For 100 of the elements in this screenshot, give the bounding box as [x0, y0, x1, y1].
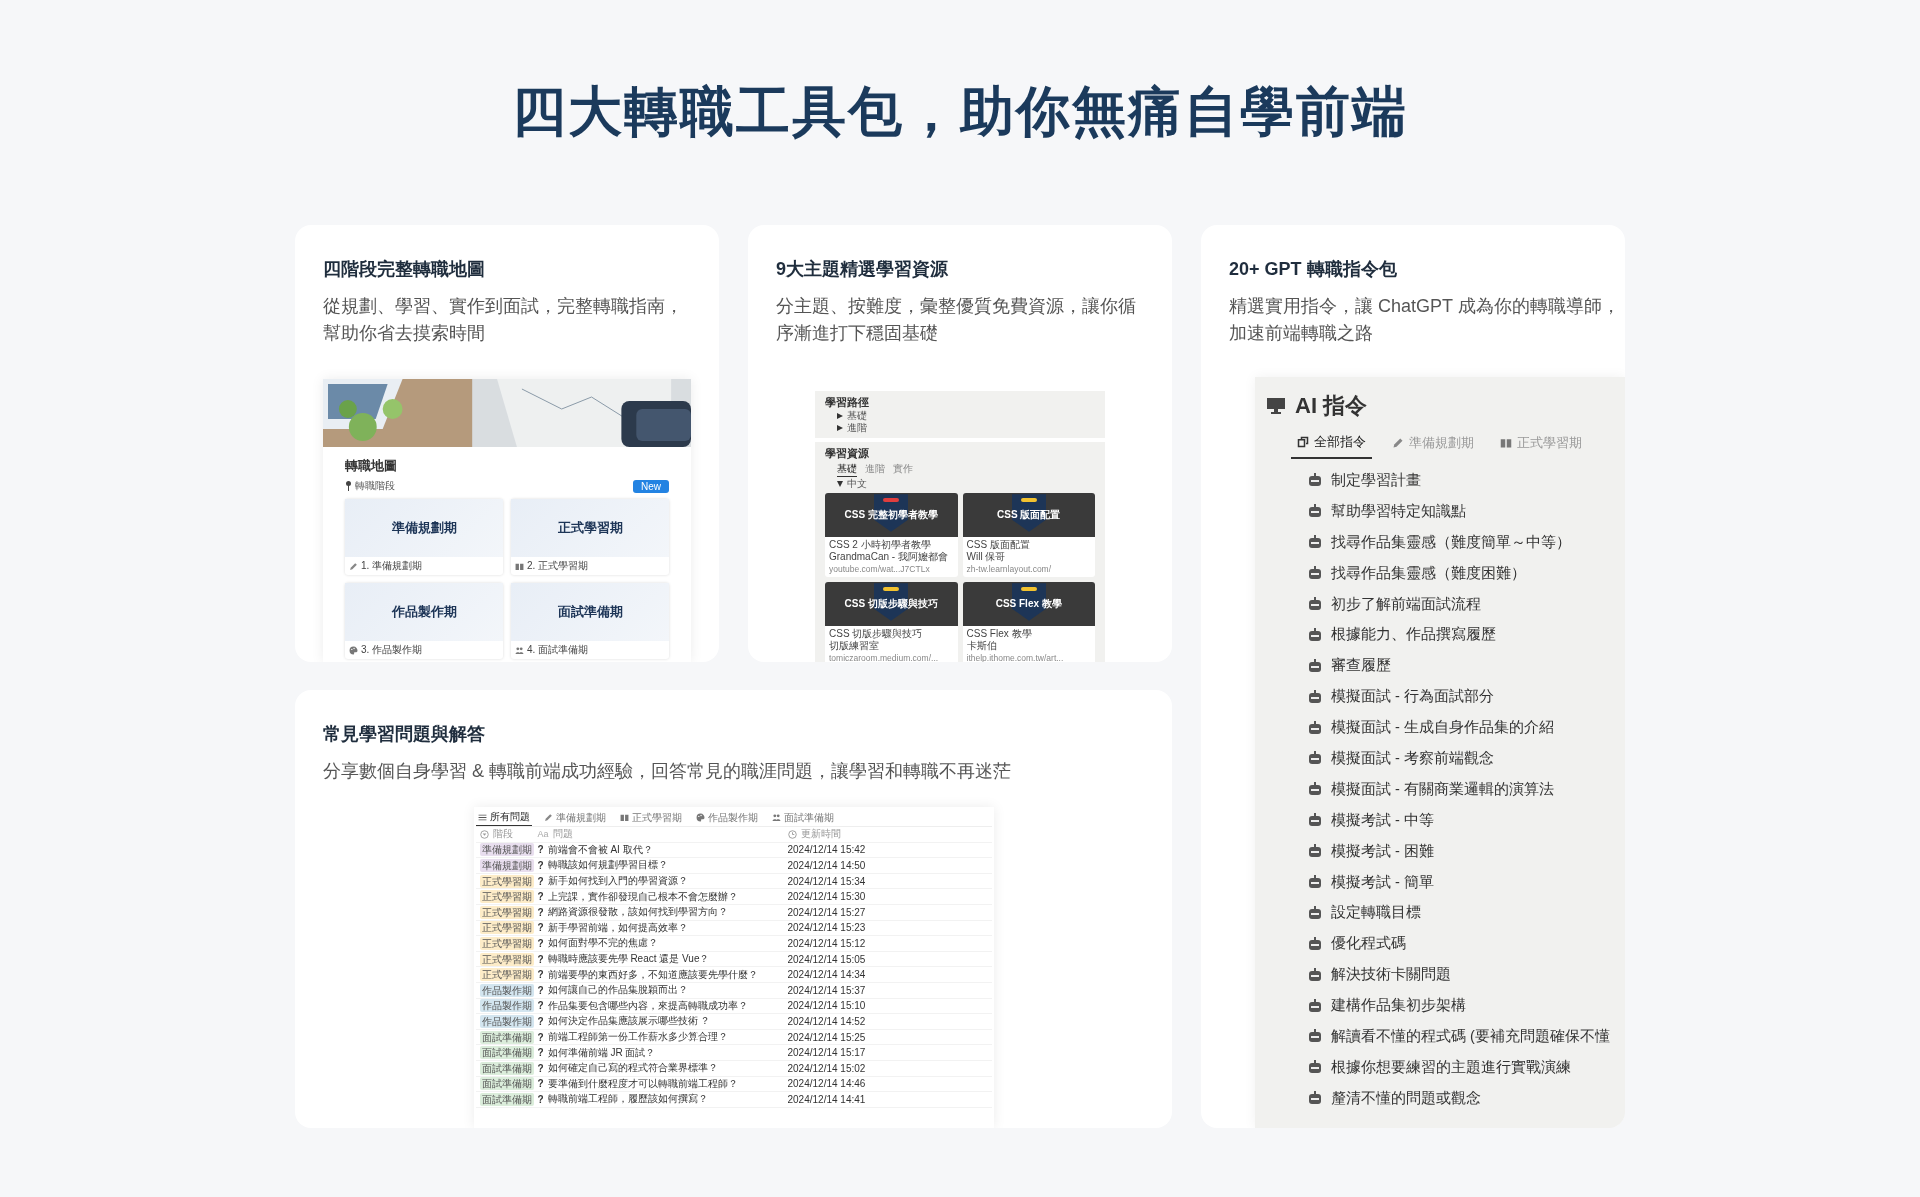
stage-tag: 作品製作期 [479, 1014, 534, 1028]
question-title[interactable]: 如何面對學不完的焦慮？ [547, 936, 658, 951]
stage-tag: 面試準備期 [479, 1061, 534, 1075]
question-title[interactable]: 前端會不會被 AI 取代？ [547, 842, 653, 857]
thumbnail-title: CSS Flex 教學 [995, 597, 1062, 611]
prompt-item[interactable]: 模擬考試 - 中等 [1331, 810, 1434, 830]
prompt-item[interactable]: 設定轉職目標 [1331, 903, 1421, 923]
book-icon [1500, 437, 1512, 449]
question-icon: ? [537, 953, 544, 965]
question-title[interactable]: 前端工程師第一份工作薪水多少算合理？ [547, 1030, 728, 1044]
prompt-item[interactable]: 建構作品集初步架構 [1331, 996, 1466, 1016]
card-description: 分享數個自身學習 & 轉職前端成功經驗，回答常見的職涯問題，讓學習和轉職不再迷茫 [323, 760, 1012, 783]
card-title: 9大主題精選學習資源 [776, 258, 949, 281]
palette-icon [349, 645, 358, 655]
question-title[interactable]: 前端要學的東西好多，不知道應該要先學什麼？ [547, 967, 758, 982]
section-title: 學習資源 [825, 446, 870, 461]
prompt-item[interactable]: 幫助學習特定知識點 [1331, 501, 1466, 521]
question-title[interactable]: 如何讓自己的作品集脫穎而出？ [547, 983, 688, 998]
view-tab[interactable]: 轉職階段 [345, 479, 395, 493]
question-title[interactable]: 轉職前端工程師，履歷該如何撰寫？ [547, 1092, 708, 1107]
group-label[interactable]: 中文 [847, 478, 867, 490]
prompt-item[interactable]: 模擬面試 - 生成自身作品集的介紹 [1331, 718, 1554, 738]
prompt-item[interactable]: 模擬考試 - 困難 [1331, 841, 1434, 861]
prompt-item[interactable]: 解讀看不懂的程式碼 (要補充問題確保不懂 [1331, 1026, 1610, 1046]
resource-card[interactable]: CSS 完整初學者教學 CSS 2 小時初學者教學 GrandmaCan - 我阿嬤都會 youtube.com/wat...J7CTLx [825, 493, 958, 577]
question-title[interactable]: 網路資源很發散，該如何找到學習方向？ [547, 905, 728, 920]
resource-card[interactable]: CSS Flex 教學 CSS Flex 教學 卡斯伯 ithelp.ithome.com.tw/art... [962, 582, 1095, 662]
resource-card[interactable]: CSS 版面配置 CSS 版面配置 Will 保哥 zh-tw.learnlayout.com/ [962, 493, 1095, 577]
book-icon [619, 813, 629, 822]
prompt-item[interactable]: 模擬面試 - 有關商業邏輯的演算法 [1331, 779, 1554, 799]
window-icon [1297, 436, 1309, 448]
resource-link[interactable]: tomiczaroom.medium.com/... [829, 652, 954, 662]
robot-icon [1307, 719, 1323, 736]
question-icon: ? [537, 860, 544, 871]
prompt-item[interactable]: 模擬面試 - 考察前端觀念 [1331, 748, 1494, 768]
new-button[interactable]: New [633, 479, 669, 493]
resource-link[interactable]: youtube.com/wat...J7CTLx [829, 563, 954, 575]
tab[interactable]: 全部指令 [1291, 429, 1372, 459]
prompt-item[interactable]: 優化程式碼 [1331, 934, 1406, 954]
stage-tag: 作品製作期 [479, 983, 534, 997]
question-title[interactable]: 新手如何找到入門的學習資源？ [547, 874, 688, 889]
prompt-item[interactable]: 模擬面試 - 行為面試部分 [1331, 687, 1494, 707]
card-description: 分主題、按難度，彙整優質免費資源，讓你循序漸進打下穩固基礎 [776, 295, 1137, 345]
tab[interactable]: 所有問題 [475, 811, 532, 826]
robot-icon [1307, 935, 1323, 952]
tab[interactable]: 準備規劃期 [541, 811, 608, 826]
question-title[interactable]: 如何準備前端 JR 面試？ [547, 1045, 656, 1060]
card-cover-title: 面試準備期 [557, 603, 623, 621]
table-cell: 2024/12/14 15:02 [787, 1062, 866, 1074]
thumbnail-title: CSS 版面配置 [997, 508, 1061, 522]
column-header: 問題 [552, 827, 573, 842]
tab[interactable]: 正式學習期 [617, 811, 684, 826]
question-icon: ? [537, 875, 544, 887]
question-icon: ? [537, 1047, 544, 1059]
prompt-item[interactable]: 模擬考試 - 簡單 [1331, 872, 1434, 892]
question-title[interactable]: 轉職該如何規劃學習目標？ [547, 858, 668, 873]
resource-title: CSS 2 小時初學者教學 [829, 539, 932, 551]
question-icon: ? [537, 906, 544, 918]
toggle-item[interactable]: 進階 [847, 422, 867, 434]
question-title[interactable]: 要準備到什麼程度才可以轉職前端工程師？ [547, 1076, 738, 1091]
resource-title: CSS Flex 教學 [966, 628, 1033, 640]
robot-icon [1307, 534, 1323, 551]
resource-author: Will 保哥 [966, 551, 1007, 563]
people-icon [515, 645, 524, 655]
palette-icon [695, 813, 705, 822]
question-title[interactable]: 作品集要包含哪些內容，來提高轉職成功率？ [547, 998, 748, 1013]
page-heading: 四大轉職工具包，助你無痛自學前端 [512, 80, 1408, 143]
stage-tag: 準備規劃期 [479, 859, 534, 872]
card-cover-title: 準備規劃期 [391, 519, 457, 537]
question-title[interactable]: 轉職時應該要先學 React 還是 Vue？ [547, 952, 710, 967]
stage-tag: 面試準備期 [479, 1092, 534, 1106]
table-cell: 2024/12/14 15:27 [787, 906, 866, 918]
tab[interactable]: 基礎 [837, 462, 857, 477]
prompt-item[interactable]: 找尋作品集靈感（難度簡單～中等） [1331, 532, 1571, 552]
question-title[interactable]: 上完課，實作卻發現自己根本不會怎麼辦？ [547, 889, 738, 904]
prompt-item[interactable]: 根據你想要練習的主題進行實戰演練 [1331, 1057, 1571, 1077]
tab[interactable]: 作品製作期 [693, 811, 760, 826]
resource-card[interactable]: CSS 切版步驟與技巧 CSS 切版步驟與技巧 切版練習室 tomiczaroom.medium.com/... [825, 582, 958, 662]
card-cover-title: 正式學習期 [557, 519, 623, 537]
table-cell: 2024/12/14 15:34 [787, 875, 866, 887]
prompt-item[interactable]: 解決技術卡關問題 [1331, 965, 1451, 985]
question-title[interactable]: 新手學習前端，如何提高效率？ [547, 920, 688, 935]
question-icon: ? [537, 984, 544, 996]
prompt-item[interactable]: 根據能力、作品撰寫履歷 [1331, 625, 1496, 645]
prompt-item[interactable]: 制定學習計畫 [1331, 470, 1421, 490]
robot-icon [1307, 874, 1323, 890]
people-icon [771, 813, 781, 822]
pencil-icon [543, 813, 553, 822]
prompt-item[interactable]: 找尋作品集靈感（難度困難） [1331, 563, 1526, 583]
prompt-item[interactable]: 釐清不懂的問題或觀念 [1331, 1088, 1481, 1108]
toggle-item[interactable]: 基礎 [847, 410, 867, 422]
question-title[interactable]: 如何決定作品集應該展示哪些技術 ？ [547, 1014, 711, 1029]
question-title[interactable]: 如何確定自己寫的程式符合業界標準？ [547, 1061, 718, 1076]
resource-link[interactable]: zh-tw.learnlayout.com/ [966, 563, 1091, 575]
tab[interactable]: 面試準備期 [769, 811, 836, 826]
resource-link[interactable]: ithelp.ithome.com.tw/art... [966, 652, 1091, 662]
prompt-item[interactable]: 初步了解前端面試流程 [1331, 594, 1481, 614]
prompt-item[interactable]: 審查履歷 [1331, 656, 1391, 676]
card-caption: 2. 正式學習期 [527, 559, 589, 573]
panel-title: AI 指令 [1295, 392, 1368, 420]
